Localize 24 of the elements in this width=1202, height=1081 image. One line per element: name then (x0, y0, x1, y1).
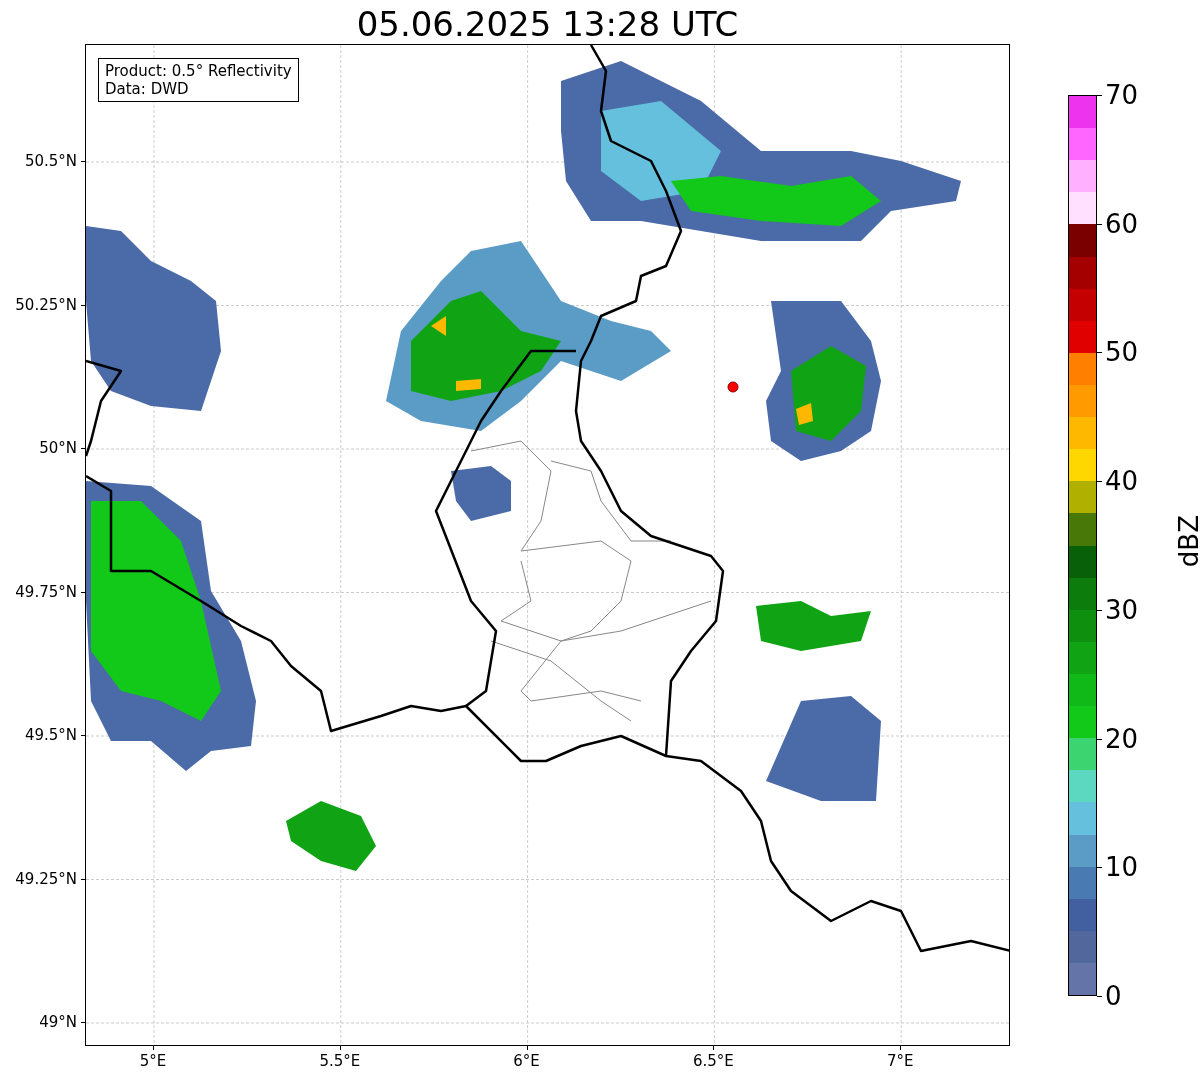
longitude-label: 5.5°E (319, 1052, 361, 1070)
chart-title: 05.06.2025 13:28 UTC (356, 4, 739, 44)
colorbar-tick-label: 10 (1105, 852, 1139, 883)
info-text: Data: DWD (105, 80, 190, 98)
longitude-label: 6°E (513, 1052, 540, 1070)
colorbar-tick-label: 20 (1105, 723, 1139, 754)
latitude-label: 49.75°N (15, 582, 77, 601)
latitude-label: 50.5°N (24, 152, 77, 170)
longitude-label: 5°E (139, 1052, 167, 1070)
info-text: Product: 0.5° Reflectivity (105, 62, 292, 80)
colorbar-tick-label: 60 (1105, 208, 1139, 239)
latitude-label: 49.25°N (15, 869, 77, 888)
latitude-label: 50°N (39, 439, 77, 457)
colorbar-label: dBZ (1174, 515, 1202, 568)
colorbar-tick-label: 70 (1105, 80, 1139, 110)
colorbar-tick-label: 40 (1105, 466, 1139, 497)
latitude-label: 49.5°N (24, 726, 77, 744)
latitude-label: 49°N (39, 1013, 77, 1031)
latitude-label: 50.25°N (15, 295, 77, 314)
colorbar-tick-label: 50 (1105, 337, 1139, 368)
colorbar-tick-label: 0 (1105, 981, 1122, 1011)
colorbar-tick-label: 30 (1105, 594, 1139, 625)
longitude-label: 7°E (886, 1052, 914, 1070)
longitude-label: 6.5°E (692, 1052, 734, 1070)
